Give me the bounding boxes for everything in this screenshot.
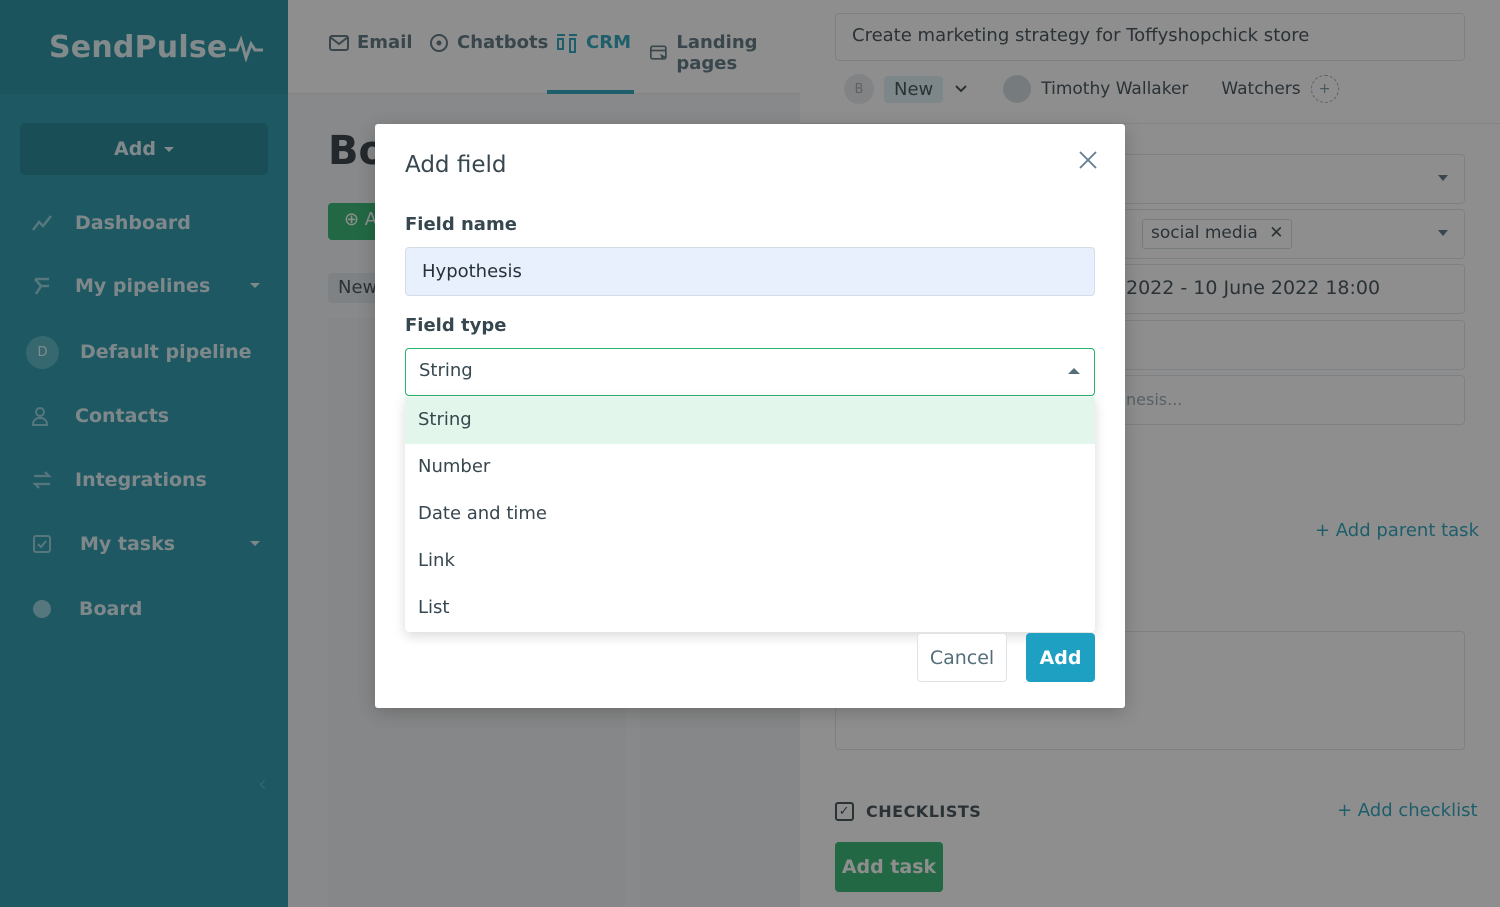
selected-value: String	[419, 360, 473, 381]
option-list[interactable]: List	[405, 585, 1095, 632]
option-number[interactable]: Number	[405, 444, 1095, 491]
option-date-and-time[interactable]: Date and time	[405, 491, 1095, 538]
add-button[interactable]: Add	[1026, 633, 1095, 682]
caret-up-icon	[1068, 368, 1080, 374]
cancel-button[interactable]: Cancel	[917, 633, 1007, 682]
field-name-input[interactable]	[405, 247, 1095, 296]
field-type-options: String Number Date and time Link List	[405, 397, 1095, 632]
field-name-label: Field name	[405, 214, 517, 235]
option-string[interactable]: String	[405, 397, 1095, 444]
option-link[interactable]: Link	[405, 538, 1095, 585]
add-field-modal: Add field Field name Field type String S…	[375, 124, 1125, 708]
close-icon[interactable]	[1076, 148, 1100, 172]
modal-title: Add field	[405, 152, 507, 178]
field-type-label: Field type	[405, 315, 507, 336]
field-type-select[interactable]: String	[405, 348, 1095, 396]
